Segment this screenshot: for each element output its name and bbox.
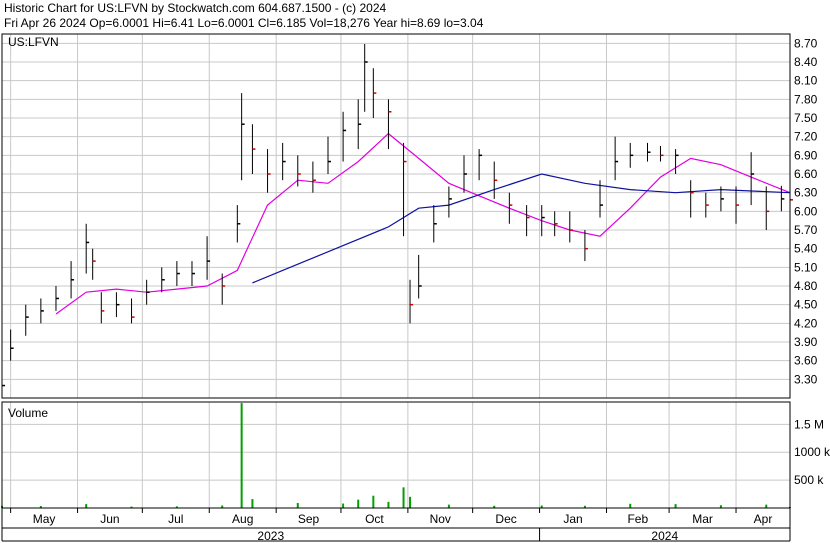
price-tick-label: 6.00 xyxy=(794,204,818,218)
month-label: Jan xyxy=(563,512,582,526)
price-tick-label: 7.50 xyxy=(794,111,818,125)
price-tick-label: 4.20 xyxy=(794,316,818,330)
price-tick-label: 3.60 xyxy=(794,354,818,368)
price-tick-label: 7.80 xyxy=(794,92,818,106)
price-tick-label: 5.40 xyxy=(794,242,818,256)
volume-tick-label: 500 k xyxy=(794,473,824,487)
price-panel-frame xyxy=(1,33,791,399)
price-tick-label: 6.60 xyxy=(794,167,818,181)
month-label: Mar xyxy=(692,512,713,526)
moving-average-short-line xyxy=(55,132,791,315)
month-label: Dec xyxy=(495,512,516,526)
moving-average-long-line xyxy=(252,173,791,284)
month-label: Apr xyxy=(754,512,773,526)
price-tick-label: 5.10 xyxy=(794,260,818,274)
price-tick-label: 8.40 xyxy=(794,55,818,69)
price-tick-label: 8.70 xyxy=(794,36,818,50)
price-tick-label: 4.80 xyxy=(794,279,818,293)
year-label: 2024 xyxy=(651,529,678,543)
month-label: May xyxy=(33,512,56,526)
price-tick-label: 7.20 xyxy=(794,130,818,144)
stock-chart: 8.70 8.40 8.10 7.80 7.50 7.20 6.90 6.60 6.30 6.00… xyxy=(1,33,830,543)
volume-tick-label: 1000 k xyxy=(794,445,830,459)
year-label: 2023 xyxy=(257,529,284,543)
month-label: Feb xyxy=(627,512,648,526)
price-tick-label: 4.50 xyxy=(794,298,818,312)
month-label: Nov xyxy=(430,512,451,526)
price-tick-label: 5.70 xyxy=(794,223,818,237)
volume-tick-label: 1.5 M xyxy=(794,417,824,431)
price-tick-label: 6.30 xyxy=(794,186,818,200)
symbol-label: US:LFVN xyxy=(8,35,59,49)
month-label: Oct xyxy=(365,512,384,526)
price-tick-label: 6.90 xyxy=(794,148,818,162)
price-tick-label: 8.10 xyxy=(794,74,818,88)
month-label: Jul xyxy=(168,512,183,526)
month-label: Sep xyxy=(298,512,320,526)
price-tick-label: 3.90 xyxy=(794,335,818,349)
volume-panel-frame xyxy=(1,401,791,509)
price-tick-label: 3.30 xyxy=(794,372,818,386)
month-label: Aug xyxy=(232,512,253,526)
volume-panel-label: Volume xyxy=(8,406,49,420)
month-label: Jun xyxy=(100,512,119,526)
